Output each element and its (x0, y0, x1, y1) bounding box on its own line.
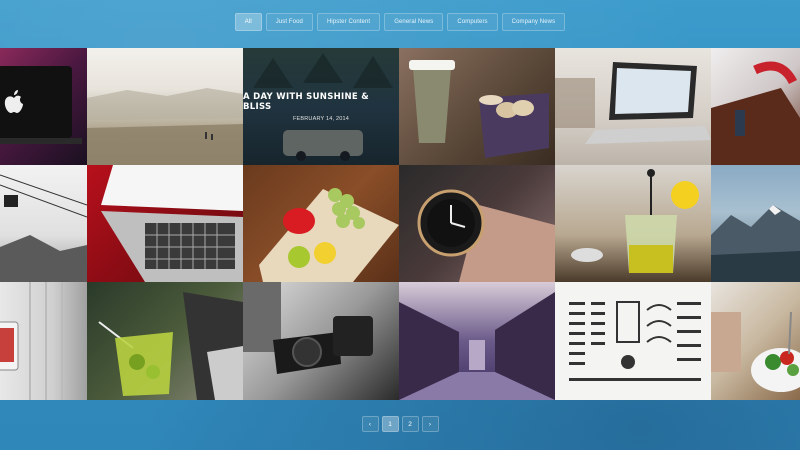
tile-laptop-desk[interactable] (555, 48, 711, 165)
featured-title: A DAY WITH SUNSHINE & BLISS (243, 91, 370, 112)
tile-grapes-fruit[interactable] (243, 165, 399, 282)
tile-laptop-keyboard[interactable] (87, 165, 243, 282)
portfolio-grid: A DAY WITH SUNSHINE & BLISS FEBRUARY 14,… (0, 48, 800, 400)
tile-canal-city[interactable] (399, 282, 555, 400)
filter-hipster-content[interactable]: Hipster Content (317, 13, 381, 31)
laptop-icon (555, 62, 711, 144)
watch-icon (417, 189, 555, 282)
cable-car-icon (0, 174, 87, 282)
prev-page-button[interactable]: ‹ (361, 416, 379, 432)
next-page-button[interactable]: › (421, 416, 439, 432)
drink-icon (98, 292, 243, 400)
filter-all[interactable]: All (234, 13, 262, 31)
tile-cable-car[interactable] (0, 165, 87, 282)
pagination: ‹ 1 2 › (0, 416, 800, 432)
tile-green-drink[interactable] (87, 282, 243, 400)
tile-tea-press[interactable] (555, 165, 711, 282)
filter-company-news[interactable]: Company News (501, 13, 566, 31)
tile-icon-sheet[interactable] (555, 282, 711, 400)
phone-icon (0, 282, 63, 400)
icons-sheet-icon (569, 301, 701, 381)
camera-icon (243, 282, 373, 374)
teapot-icon (571, 169, 699, 273)
featured-overlay: A DAY WITH SUNSHINE & BLISS FEBRUARY 14,… (243, 48, 399, 165)
tile-featured-van[interactable]: A DAY WITH SUNSHINE & BLISS FEBRUARY 14,… (243, 48, 399, 165)
featured-date: FEBRUARY 14, 2014 (292, 115, 350, 122)
filter-just-food[interactable]: Just Food (265, 13, 313, 31)
page-2-button[interactable]: 2 (401, 416, 419, 432)
tile-macbook-dark[interactable] (0, 48, 87, 165)
filter-general-news[interactable]: General News (384, 13, 444, 31)
chevron-left-icon: ‹ (368, 420, 372, 428)
mountain-icon (711, 205, 800, 282)
tile-window-phone[interactable] (0, 282, 87, 400)
chevron-right-icon: › (428, 420, 432, 428)
tile-leather-boot[interactable] (711, 48, 800, 165)
filter-bar: All Just Food Hipster Content General Ne… (0, 13, 800, 31)
keyboard-icon (101, 165, 243, 282)
landscape-icon (87, 88, 243, 165)
fruit-icon (259, 188, 399, 282)
tile-coffee-macarons[interactable] (399, 48, 555, 165)
filter-computers[interactable]: Computers (447, 13, 498, 31)
boot-icon (711, 61, 800, 165)
tile-mountains[interactable] (711, 165, 800, 282)
tile-camera-bw[interactable] (243, 282, 399, 400)
canal-icon (399, 292, 555, 400)
tile-misty-lake[interactable] (87, 48, 243, 165)
tile-wristwatch[interactable] (399, 165, 555, 282)
laptop-apple-logo-icon (0, 66, 82, 144)
tile-salad-bowl[interactable] (711, 282, 800, 400)
salad-icon (711, 311, 800, 392)
coffee-cup-icon (409, 60, 549, 158)
page-1-button[interactable]: 1 (381, 416, 399, 432)
